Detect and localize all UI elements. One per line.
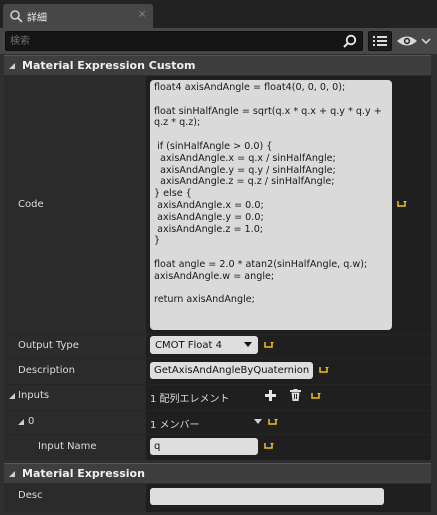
row-divider	[4, 434, 431, 435]
tab-title: 詳細	[27, 12, 47, 24]
category-title: Material Expression	[22, 467, 145, 480]
inputs-summary: 1 配列エレメント	[150, 394, 230, 405]
reset-to-default-icon[interactable]	[397, 200, 407, 208]
input-0-summary: 1 メンバー	[150, 420, 200, 431]
category-material-expression[interactable]: Material Expression	[4, 463, 431, 483]
row-divider	[4, 334, 431, 335]
row-divider	[4, 410, 431, 411]
dropdown-arrow-icon	[244, 342, 252, 347]
code-label: Code	[18, 199, 44, 210]
reset-to-default-icon[interactable]	[264, 341, 274, 349]
collapse-arrow-icon	[9, 470, 15, 477]
expand-arrow-icon[interactable]	[17, 418, 25, 426]
input-0-label: 0	[28, 416, 35, 427]
output-type-label: Output Type	[18, 340, 79, 351]
code-textbox[interactable]	[150, 80, 392, 330]
visibility-button[interactable]	[396, 32, 432, 50]
reset-to-default-icon[interactable]	[264, 442, 274, 450]
row-divider	[4, 384, 431, 385]
category-material-expression-custom[interactable]: Material Expression Custom	[4, 55, 431, 75]
list-view-icon	[373, 36, 387, 46]
expand-arrow-icon[interactable]	[8, 392, 16, 400]
search-bar	[0, 28, 437, 54]
chevron-down-icon	[421, 38, 431, 45]
collapse-arrow-icon	[9, 62, 15, 69]
dropdown-arrow-icon[interactable]	[254, 419, 262, 425]
tab-details[interactable]: 詳細	[3, 4, 153, 28]
tab-strip: 詳細 ×	[0, 0, 437, 28]
view-options-button[interactable]	[368, 31, 392, 51]
details-icon	[10, 10, 23, 23]
eye-icon	[397, 36, 417, 46]
search-icon[interactable]	[342, 34, 358, 48]
description-label: Description	[18, 365, 75, 376]
category-title: Material Expression Custom	[22, 59, 196, 72]
desc-field[interactable]	[150, 488, 384, 505]
search-input[interactable]	[6, 32, 336, 50]
desc-label: Desc	[18, 490, 43, 501]
inputs-label: Inputs	[18, 390, 50, 401]
property-name-column	[4, 76, 146, 460]
reset-to-default-icon[interactable]	[311, 392, 321, 400]
output-type-value: CMOT Float 4	[155, 339, 223, 351]
row-divider	[4, 358, 431, 359]
reset-to-default-icon[interactable]	[268, 418, 278, 426]
search-box	[5, 31, 363, 51]
input-name-label: Input Name	[38, 441, 97, 452]
reset-to-default-icon[interactable]	[319, 366, 329, 374]
trash-icon[interactable]	[290, 389, 301, 401]
output-type-dropdown[interactable]: CMOT Float 4	[150, 336, 258, 354]
description-field[interactable]: GetAxisAndAngleByQuaternion	[150, 362, 313, 379]
close-icon[interactable]: ×	[138, 9, 146, 20]
add-element-icon[interactable]	[265, 390, 276, 401]
input-name-field[interactable]: q	[150, 438, 258, 455]
